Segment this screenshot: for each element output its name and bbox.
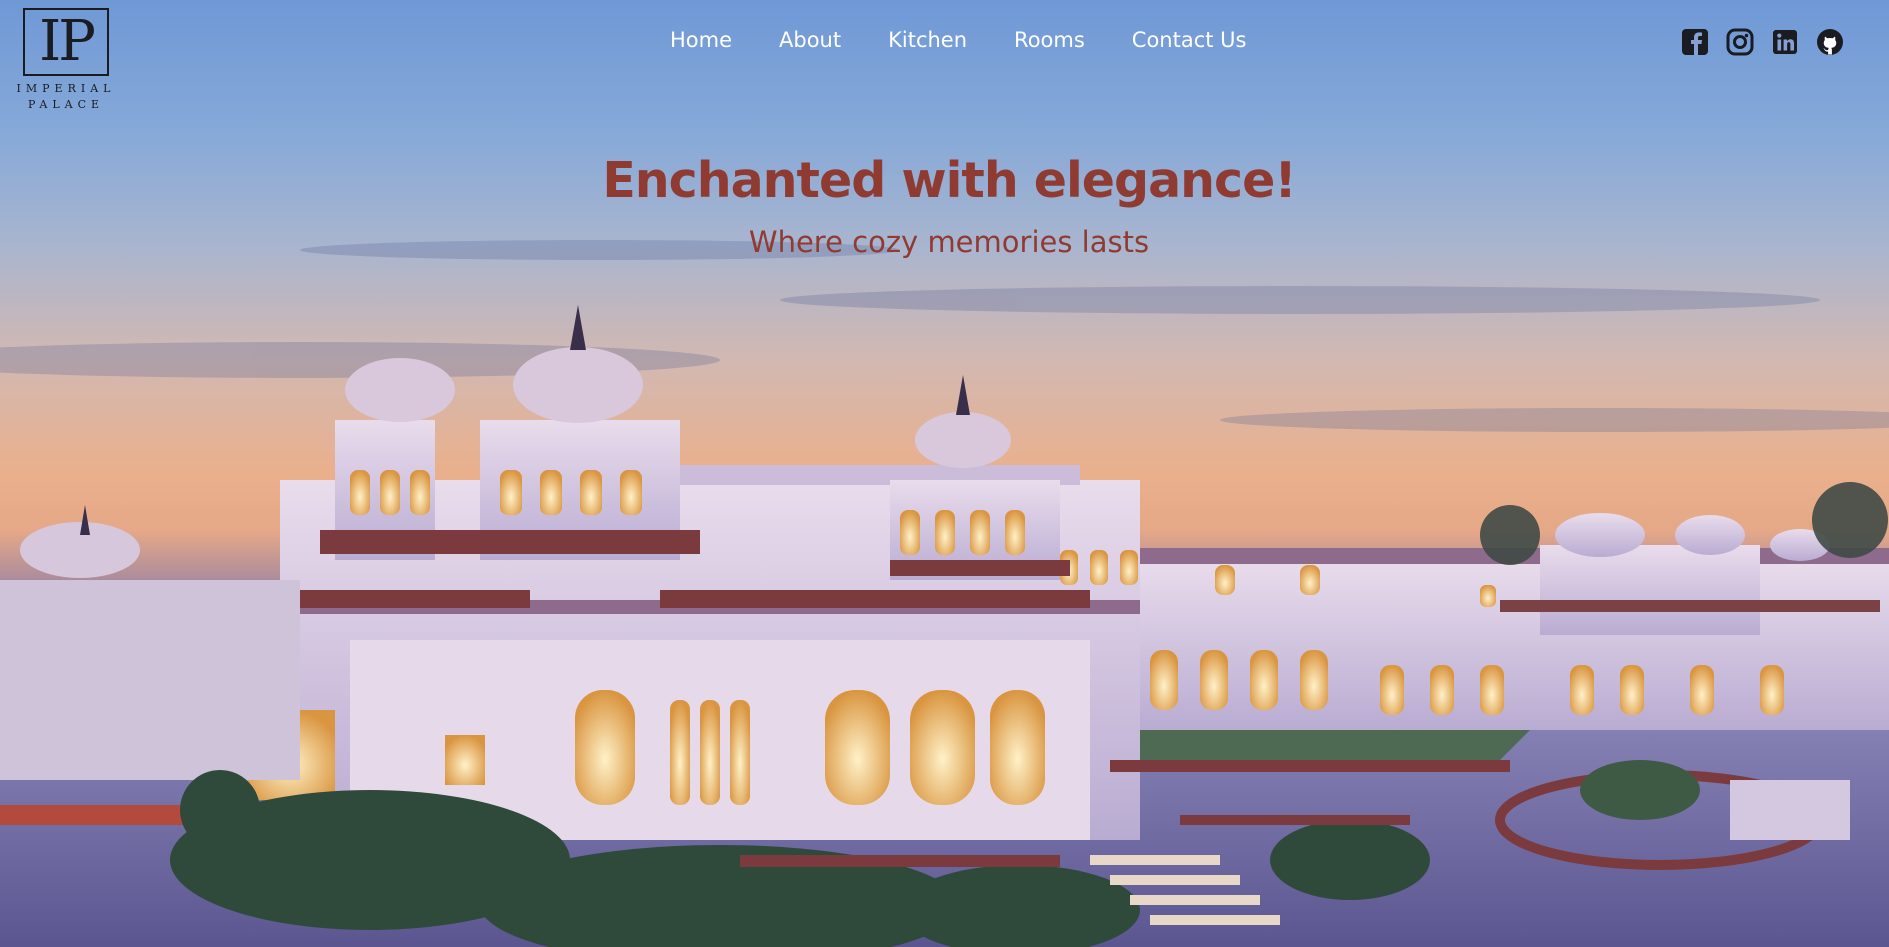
nav-link-about[interactable]: About — [779, 28, 841, 52]
social-links — [1681, 28, 1844, 56]
palace-background-image — [0, 240, 1889, 947]
hero-title: Enchanted with elegance! — [602, 152, 1296, 209]
brand-monogram: IP — [23, 8, 109, 76]
nav-link-rooms[interactable]: Rooms — [1014, 28, 1085, 52]
nav-link-home[interactable]: Home — [670, 28, 732, 52]
linkedin-icon[interactable] — [1771, 28, 1799, 56]
brand-logo[interactable]: IP IMPERIAL PALACE — [8, 8, 124, 113]
hero-section: IP IMPERIAL PALACE Home About Kitchen Ro… — [0, 0, 1889, 947]
nav-link-kitchen[interactable]: Kitchen — [888, 28, 967, 52]
github-icon[interactable] — [1816, 28, 1844, 56]
brand-name: IMPERIAL PALACE — [16, 82, 116, 111]
facebook-icon[interactable] — [1681, 28, 1709, 56]
main-nav: Home About Kitchen Rooms Contact Us — [670, 28, 1294, 52]
instagram-icon[interactable] — [1726, 28, 1754, 56]
hero-subtitle: Where cozy memories lasts — [748, 225, 1150, 259]
nav-link-contact-us[interactable]: Contact Us — [1132, 28, 1247, 52]
